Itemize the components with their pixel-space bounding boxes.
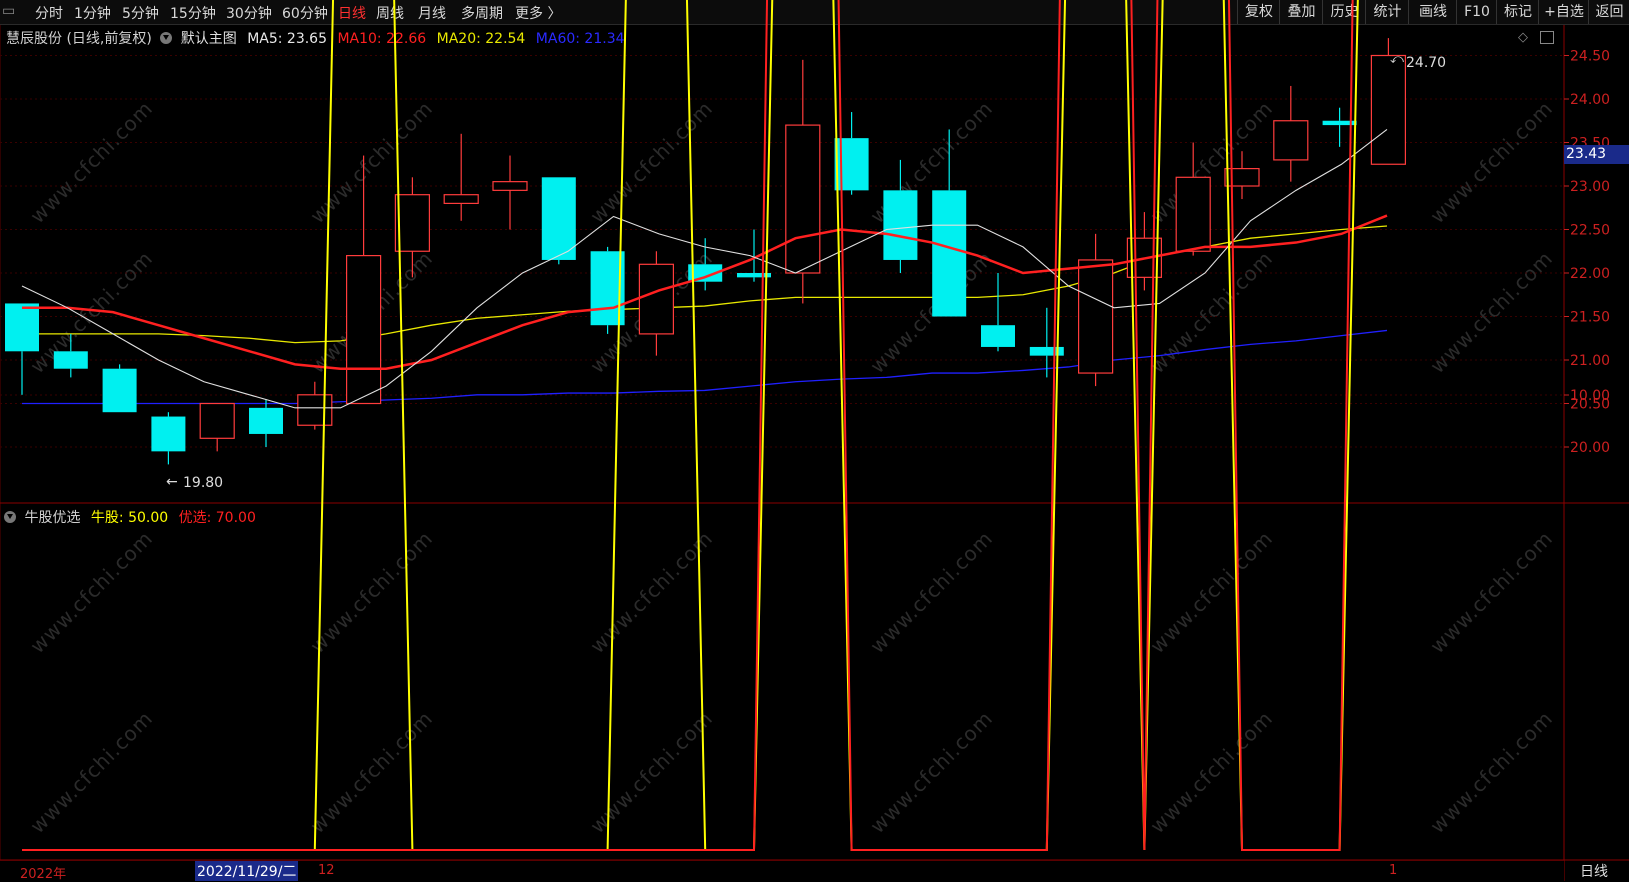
candle-body-down: [53, 351, 88, 369]
high-price-label: 24.70: [1406, 55, 1447, 71]
ma60-path: [22, 329, 1388, 405]
candle-body-up: [1224, 168, 1260, 187]
candle-body-up: [297, 394, 333, 426]
candle-body-up: [785, 124, 821, 274]
candle-body-down: [981, 325, 1015, 347]
candle-body-up: [443, 194, 479, 204]
candle-body-down: [151, 416, 186, 452]
price-tick-label: 21.50: [1570, 310, 1610, 326]
cursor-date: 2022/11/29/二: [195, 861, 299, 881]
sub-tick-label: 10.00: [1570, 388, 1610, 404]
candle-body-up: [1077, 259, 1114, 374]
month-12-label: 12: [318, 863, 335, 878]
candles: [5, 38, 1407, 465]
price-tick-label: 24.50: [1570, 49, 1610, 65]
candle-body-down: [102, 368, 137, 413]
price-tick-label: 20.00: [1570, 440, 1610, 456]
month-1-label: 1: [1389, 863, 1398, 878]
price-tick-label: 22.50: [1570, 223, 1610, 239]
candle-body-down: [5, 303, 39, 352]
price-tick-label: 21.00: [1570, 353, 1610, 369]
candle-body-down: [249, 407, 283, 434]
candle-body-down: [883, 190, 918, 260]
candle-body-down: [932, 190, 967, 317]
candle-body-up: [1273, 120, 1309, 161]
ma60-line: [22, 329, 1388, 405]
current-price: 23.43: [1566, 146, 1607, 162]
candle-body-down: [1029, 346, 1064, 356]
period-label: 日线: [1580, 864, 1608, 880]
candle-body-up: [1370, 54, 1407, 165]
candle-body-up: [199, 402, 235, 439]
low-arrow-icon: ←: [166, 474, 178, 490]
candle-body-down: [541, 177, 576, 260]
price-tick-label: 22.00: [1570, 266, 1610, 282]
candle-body-up: [394, 194, 430, 252]
low-price-label: 19.80: [183, 475, 224, 491]
candle-body-up: [346, 255, 382, 405]
price-axis: 24.5024.0023.5023.0022.5022.0021.5021.00…: [1564, 49, 1610, 456]
kline-chart[interactable]: 24.5024.0023.5023.0022.5022.0021.5021.00…: [0, 0, 1629, 881]
candle-body-down: [834, 138, 869, 191]
candle-body-up: [638, 263, 675, 335]
candle-body-up: [1175, 176, 1211, 252]
high-arrow-icon: ⤺: [1390, 52, 1404, 67]
candle-body-up: [492, 181, 528, 191]
year-label: 2022年: [20, 867, 67, 882]
price-tick-label: 24.00: [1570, 92, 1610, 108]
price-tick-label: 23.00: [1570, 179, 1610, 195]
